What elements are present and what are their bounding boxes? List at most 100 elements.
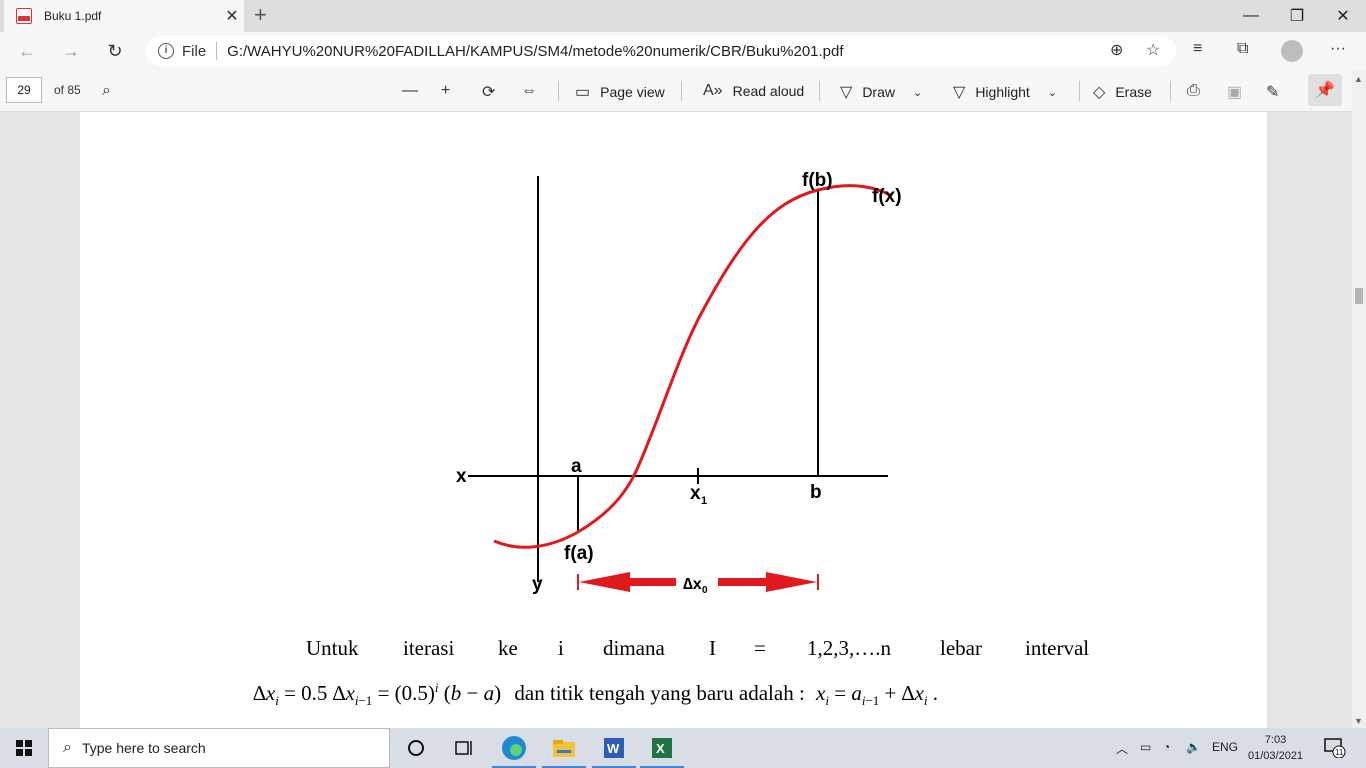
show-hidden-icons-chevron-icon[interactable]: ︿ <box>1116 740 1128 757</box>
address-bar[interactable]: i File G:/WAHYU%20NUR%20FADILLAH/KAMPUS/… <box>146 36 1176 66</box>
toolbar-divider <box>558 81 559 101</box>
page-view-label: Page view <box>600 84 665 100</box>
forward-arrow-icon[interactable]: → <box>60 40 82 62</box>
clock-time: 7:03 <box>1264 734 1287 746</box>
info-icon[interactable]: i <box>158 43 174 59</box>
url-text[interactable]: G:/WAHYU%20NUR%20FADILLAH/KAMPUS/SM4/met… <box>227 43 843 60</box>
clock-date: 01/03/2021 <box>1248 750 1304 762</box>
pdf-toolbar: 29 of 85 ⌕ — + ⟳ ⇔ ▭ Page view A» Read a… <box>0 70 1366 112</box>
new-tab-button[interactable]: + <box>254 4 267 26</box>
notification-center-icon[interactable]: 11 <box>1324 738 1346 761</box>
word: ke <box>498 636 518 660</box>
collections-icon[interactable]: ⧉ <box>1237 40 1248 58</box>
page-view-button[interactable]: ▭ Page view <box>575 82 665 102</box>
highlight-button[interactable]: ▽ Highlight ⌄ <box>953 82 1057 102</box>
erase-button[interactable]: ◇ Erase <box>1093 82 1152 102</box>
toolbar-divider <box>1170 81 1171 101</box>
pdf-viewer: f(b) f(x) x a x 1 b f(a) y ∆x 0 Untuk it… <box>0 112 1352 728</box>
draw-pen-icon: ▽ <box>840 84 853 101</box>
save-icon[interactable]: ▣ <box>1227 82 1252 102</box>
add-favorite-icon[interactable]: ☆ <box>1146 40 1160 60</box>
minimize-button[interactable]: — <box>1228 0 1274 32</box>
close-window-button[interactable]: ✕ <box>1320 0 1366 32</box>
draw-button[interactable]: ▽ Draw ⌄ <box>840 82 922 102</box>
task-view-icon[interactable] <box>450 734 478 762</box>
print-icon[interactable]: ⎙ <box>1187 82 1210 100</box>
word: = <box>754 636 766 660</box>
system-clock[interactable]: 7:03 01/03/2021 <box>1248 732 1303 764</box>
taskbar: ⌕ Type here to search W X ︿ ▭ ◔ 🔈 ENG 7:… <box>0 728 1366 768</box>
back-arrow-icon[interactable]: ← <box>16 40 38 62</box>
page-view-icon: ▭ <box>575 84 591 101</box>
word: Untuk <box>306 636 359 660</box>
formula-xi: xi = ai−1 + ∆xi . <box>816 681 938 709</box>
word: iterasi <box>403 636 455 660</box>
wifi-icon[interactable]: ◔ <box>1163 740 1170 754</box>
file-explorer-icon[interactable] <box>550 734 578 762</box>
highlight-chevron-down-icon[interactable]: ⌄ <box>1048 86 1057 99</box>
label-b: b <box>810 482 822 503</box>
label-fb: f(b) <box>802 170 833 191</box>
zoom-in-icon[interactable]: + <box>441 82 460 100</box>
pin-toolbar-icon[interactable]: 📌 <box>1308 74 1342 106</box>
restore-button[interactable]: ❐ <box>1274 0 1320 32</box>
delta-arrow-right <box>718 572 817 592</box>
word: dimana <box>603 636 665 660</box>
line-2-text: dan titik tengah yang baru adalah : <box>514 681 805 705</box>
word: 1,2,3,….n <box>807 636 891 660</box>
vertical-scrollbar[interactable]: ▲ ▼ <box>1352 70 1366 728</box>
language-indicator[interactable]: ENG <box>1212 740 1238 754</box>
taskbar-search-box[interactable]: ⌕ Type here to search <box>48 728 390 768</box>
word: I <box>709 636 716 660</box>
word-app-icon[interactable]: W <box>600 734 628 762</box>
formula-delta-xi: ∆xi = 0.5 ∆xi−1 = (0.5)i (b − a) <box>253 680 502 709</box>
fit-width-icon[interactable]: ⇔ <box>521 82 547 100</box>
pdf-file-icon <box>16 8 32 24</box>
battery-icon[interactable]: ▭ <box>1140 740 1151 754</box>
save-as-icon[interactable]: ✎ <box>1266 82 1289 102</box>
highlighter-icon: ▽ <box>953 84 966 101</box>
more-menu-icon[interactable]: ··· <box>1330 40 1346 58</box>
word: interval <box>1025 636 1090 660</box>
eraser-icon: ◇ <box>1093 84 1106 101</box>
cortana-icon[interactable] <box>402 734 430 762</box>
windows-start-icon[interactable] <box>16 740 32 756</box>
search-placeholder: Type here to search <box>81 740 206 756</box>
find-search-icon[interactable]: ⌕ <box>102 82 121 100</box>
label-a: a <box>571 456 582 477</box>
tab-buku-pdf[interactable]: Buku 1.pdf ✕ <box>4 0 244 32</box>
read-aloud-button[interactable]: A» Read aloud <box>703 82 804 100</box>
zoom-out-icon[interactable]: — <box>402 82 428 100</box>
excel-app-icon[interactable]: X <box>648 734 676 762</box>
svg-text:W: W <box>607 741 620 756</box>
tab-title: Buku 1.pdf <box>44 9 102 23</box>
rotate-icon[interactable]: ⟳ <box>482 82 505 102</box>
tab-strip: Buku 1.pdf ✕ + — ❐ ✕ <box>0 0 1366 32</box>
toolbar-divider <box>681 81 682 101</box>
scroll-up-icon[interactable]: ▲ <box>1354 74 1363 84</box>
page-number-input[interactable]: 29 <box>6 77 42 103</box>
favorites-icon[interactable]: ≡ <box>1193 40 1202 58</box>
page-total: of 85 <box>54 83 81 97</box>
address-separator <box>216 42 218 60</box>
search-icon: ⌕ <box>63 739 72 756</box>
volume-icon[interactable]: 🔈 <box>1186 740 1201 754</box>
erase-label: Erase <box>1115 84 1152 100</box>
label-x1: x <box>690 483 701 504</box>
edge-browser-icon[interactable] <box>500 734 528 762</box>
profile-avatar[interactable] <box>1281 40 1303 62</box>
scroll-down-icon[interactable]: ▼ <box>1354 716 1363 726</box>
draw-chevron-down-icon[interactable]: ⌄ <box>913 86 922 99</box>
word: i <box>558 636 564 660</box>
navigation-bar: ← → ↻ i File G:/WAHYU%20NUR%20FADILLAH/K… <box>0 32 1366 70</box>
label-delta-x-subscript: 0 <box>702 585 708 596</box>
notification-count: 11 <box>1335 748 1344 757</box>
scroll-thumb[interactable] <box>1355 288 1363 304</box>
zoom-icon[interactable]: ⊕ <box>1110 40 1123 60</box>
paragraph-line-2: ∆xi = 0.5 ∆xi−1 = (0.5)i (b − a) dan tit… <box>253 680 938 709</box>
toolbar-divider <box>819 81 820 101</box>
tab-close-icon[interactable]: ✕ <box>220 6 244 26</box>
label-fa: f(a) <box>564 543 594 564</box>
draw-label: Draw <box>862 84 895 100</box>
refresh-icon[interactable]: ↻ <box>104 40 126 62</box>
